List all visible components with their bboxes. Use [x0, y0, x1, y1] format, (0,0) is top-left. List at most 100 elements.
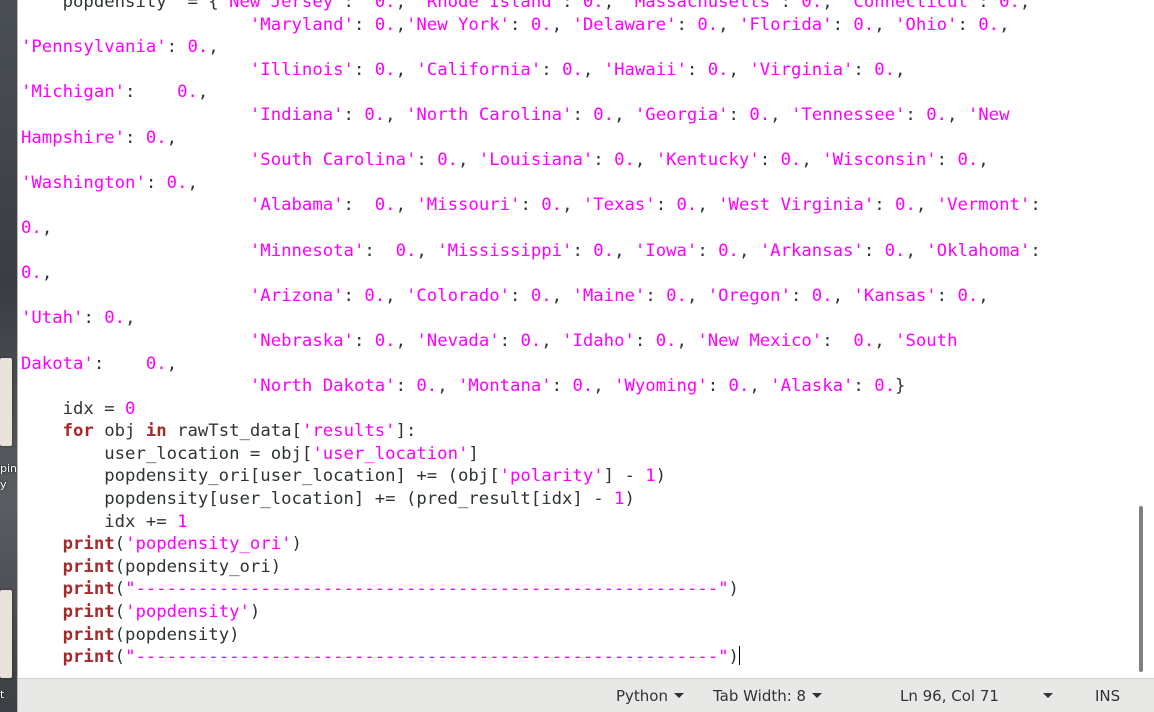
code-token-plain: ,: [187, 172, 198, 193]
text-cursor: [738, 646, 740, 666]
desktop-background: pin y t: [0, 0, 17, 712]
code-line: for obj in rawTst_data['results']:: [21, 420, 1041, 443]
code-token-str: 'user_location': [312, 443, 469, 464]
code-token-str: Dakota': [21, 353, 94, 374]
code-token-fn: print: [62, 556, 115, 577]
code-token-str: 'Utah': [21, 308, 84, 329]
code-line: print(popdensity_ori): [21, 556, 1041, 579]
code-token-plain: :: [353, 330, 375, 351]
code-token-plain: idx +=: [21, 511, 178, 532]
code-token-num: 0.: [853, 14, 875, 35]
code-token-num: 0.: [728, 376, 750, 397]
code-token-str: 'Massachusetts': [624, 0, 781, 12]
chevron-down-icon: [674, 693, 684, 698]
language-selector[interactable]: Python: [616, 687, 684, 705]
code-token-plain: :: [416, 150, 438, 171]
tab-width-selector[interactable]: Tab Width: 8: [713, 687, 823, 705]
code-token-plain: ,: [822, 0, 844, 12]
code-token-plain: ,: [978, 285, 989, 306]
code-line: 'Utah': 0.,: [21, 307, 1041, 330]
code-token-plain: (: [114, 602, 126, 623]
code-token-plain: ): [249, 602, 261, 623]
code-token-num: 0.: [811, 285, 833, 306]
code-token-num: 0.: [520, 330, 542, 351]
code-token-plain: :: [93, 353, 146, 374]
code-token-plain: :: [978, 0, 1000, 12]
code-token-plain: ,: [947, 104, 968, 125]
code-token-str: 'Tennessee': [790, 104, 906, 125]
desktop-icon-label: t: [0, 688, 5, 701]
code-token-str: 'New: [967, 104, 1010, 125]
code-token-num: 0.: [395, 240, 417, 261]
code-token-str: 'Pennsylvania': [21, 37, 167, 58]
code-token-str: 'Idaho': [562, 330, 635, 351]
code-token-plain: ,: [749, 376, 771, 397]
code-token-kw: in: [145, 421, 167, 442]
code-token-plain: ,: [593, 376, 615, 397]
code-token-str: 'Texas': [582, 195, 656, 216]
code-token-num: 0.: [374, 330, 396, 351]
code-token-str: 'Missouri': [416, 195, 521, 216]
code-token-plain: :: [343, 285, 365, 306]
code-token-plain: ,: [395, 0, 417, 12]
code-token-num: 0.: [145, 127, 167, 148]
code-line: 'North Dakota': 0., 'Montana': 0., 'Wyom…: [21, 375, 1041, 398]
code-token-plain: ,: [541, 330, 563, 351]
code-line: 0.,: [21, 262, 1041, 285]
code-token-plain: ,: [395, 330, 417, 351]
code-token-fn: print: [62, 534, 115, 555]
code-token-plain: :: [634, 330, 656, 351]
code-token-plain: :: [832, 14, 854, 35]
code-editor-area[interactable]: popdensity = {'New Jersey': 0., 'Rhode I…: [18, 0, 1139, 678]
code-line: popdensity = {'New Jersey': 0., 'Rhode I…: [21, 0, 1041, 14]
code-token-plain: popdensity = {: [21, 0, 219, 12]
code-token-plain: ,: [770, 104, 791, 125]
desktop-file-icon[interactable]: [0, 358, 12, 446]
code-token-plain: :: [353, 14, 375, 35]
code-token-plain: ): [291, 534, 302, 555]
code-token-str: 'Hawaii': [603, 59, 687, 80]
scrollbar-thumb[interactable]: [1139, 506, 1143, 672]
code-line: user_location = obj['user_location']: [21, 443, 1041, 466]
code-token-plain: ,: [41, 263, 53, 284]
cursor-position-selector[interactable]: Ln 96, Col 71: [900, 687, 999, 705]
code-token-str: 'Kentucky': [655, 150, 760, 171]
code-token-plain: ,: [551, 285, 573, 306]
code-token-str: 'New Mexico': [697, 330, 823, 351]
position-dropdown[interactable]: [1043, 687, 1053, 705]
code-token-num: 0.: [697, 14, 719, 35]
code-token-plain: :: [510, 14, 531, 35]
code-token-num: 0.: [572, 376, 594, 397]
code-line: popdensity_ori[user_location] += (obj['p…: [21, 465, 1041, 488]
insert-mode-indicator[interactable]: INS: [1095, 687, 1120, 705]
code-token-plain: ,: [832, 285, 854, 306]
desktop-file-icon[interactable]: [0, 590, 12, 678]
code-token-str: 'Louisiana': [478, 150, 594, 171]
code-token-plain: :: [541, 59, 563, 80]
code-line: 0.,: [21, 217, 1041, 240]
code-token-num: 0.: [364, 285, 386, 306]
code-token-str: 'South: [895, 330, 958, 351]
code-token-plain: ,: [437, 376, 459, 397]
code-token-plain: :: [790, 285, 812, 306]
code-token-str: 'Minnesota': [249, 240, 365, 261]
code-token-plain: ,: [874, 14, 896, 35]
code-token-plain: (: [114, 534, 126, 555]
code-token-plain: ,: [41, 217, 53, 238]
code-token-plain: ,: [915, 195, 937, 216]
code-token-plain: ,: [197, 82, 209, 103]
code-token-plain: :: [874, 195, 896, 216]
code-token-plain: :: [125, 127, 146, 148]
code-line: idx = 0: [21, 398, 1041, 421]
code-line: Dakota': 0.,: [21, 353, 1041, 376]
code-token-str: Hampshire': [21, 127, 126, 148]
code-token-plain: :: [572, 104, 594, 125]
code-token-str: 'West Virginia': [718, 195, 875, 216]
code-token-plain: ,: [1019, 0, 1031, 12]
code-token-plain: :: [676, 14, 698, 35]
code-token-plain: ,: [125, 308, 136, 329]
